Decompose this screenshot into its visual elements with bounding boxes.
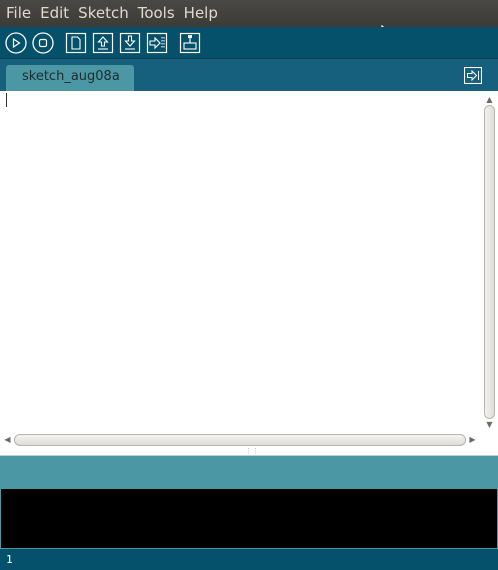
stop-icon — [32, 32, 54, 54]
console-output[interactable] — [0, 488, 498, 549]
tab-sketch[interactable]: sketch_aug08a — [6, 65, 134, 91]
stop-button[interactable] — [32, 32, 54, 54]
menu-file[interactable]: File — [2, 0, 35, 27]
serial-monitor-button[interactable] — [179, 32, 201, 54]
tab-menu-button[interactable] — [463, 66, 483, 85]
save-button[interactable] — [119, 32, 141, 54]
tab-bar: sketch_aug08a — [0, 59, 498, 91]
open-icon — [92, 32, 114, 54]
new-icon — [65, 32, 87, 54]
status-bar — [0, 456, 498, 488]
scroll-up-icon[interactable]: ▲ — [484, 94, 495, 105]
menu-help[interactable]: Help — [180, 0, 222, 27]
new-button[interactable] — [65, 32, 87, 54]
line-number-footer: 1 — [0, 549, 498, 570]
menu-tools[interactable]: Tools — [134, 0, 179, 27]
menu-edit[interactable]: Edit — [36, 0, 73, 27]
horizontal-scrollbar[interactable]: ◀ ▶ — [0, 433, 481, 447]
toolbar — [0, 27, 498, 59]
split-divider[interactable]: ⋮⋮ — [0, 447, 498, 456]
scroll-right-icon[interactable]: ▶ — [467, 434, 478, 445]
upload-icon — [146, 32, 168, 54]
save-icon — [119, 32, 141, 54]
horizontal-scroll-thumb[interactable] — [14, 434, 466, 446]
vertical-scroll-thumb[interactable] — [484, 105, 495, 419]
code-editor[interactable]: ▲ ▼ — [0, 91, 498, 433]
menu-sketch[interactable]: Sketch — [74, 0, 133, 27]
line-number: 1 — [6, 553, 13, 566]
verify-button[interactable] — [5, 32, 27, 54]
arrow-right-box-icon — [463, 66, 483, 85]
scroll-down-icon[interactable]: ▼ — [484, 419, 495, 430]
scroll-left-icon[interactable]: ◀ — [2, 434, 13, 445]
verify-icon — [5, 32, 27, 54]
menu-bar: File Edit Sketch Tools Help — [0, 0, 498, 27]
serial-monitor-icon — [179, 32, 201, 54]
open-button[interactable] — [92, 32, 114, 54]
scrollbar-corner — [481, 433, 498, 447]
vertical-scrollbar[interactable]: ▲ ▼ — [481, 91, 498, 433]
upload-button[interactable] — [146, 32, 168, 54]
drag-handle-icon[interactable]: ⋮⋮ — [245, 448, 259, 455]
text-caret — [6, 93, 7, 107]
